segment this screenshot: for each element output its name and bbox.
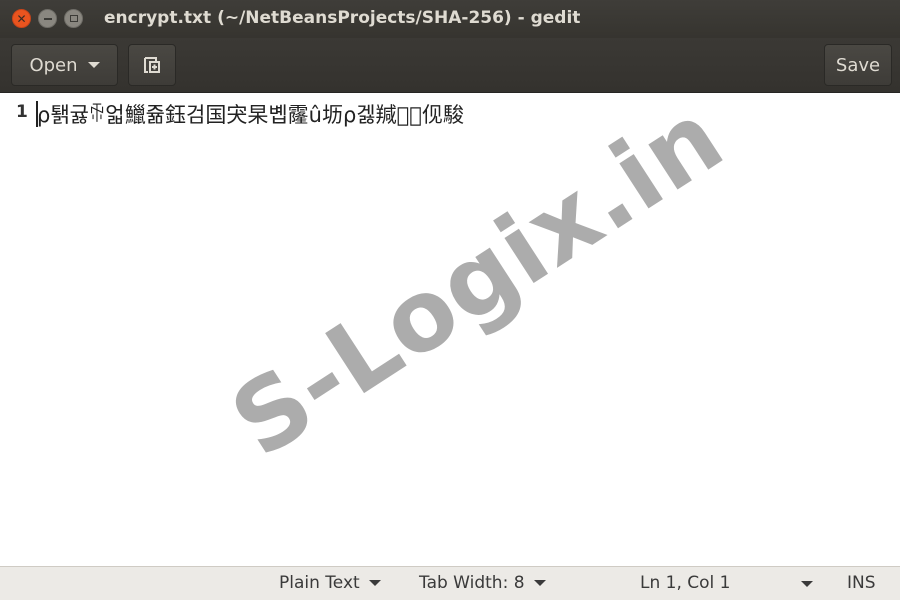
close-window-button[interactable]: ✕ <box>12 9 31 28</box>
line-number: 1 <box>16 102 28 122</box>
maximize-icon <box>69 15 78 22</box>
chevron-down-icon <box>533 580 546 586</box>
cursor-position[interactable]: Ln 1, Col 1 <box>640 573 731 593</box>
save-button[interactable]: Save <box>824 44 892 86</box>
status-bar: Plain Text Tab Width: 8 Ln 1, Col 1 INS <box>0 566 900 600</box>
minimize-window-button[interactable] <box>38 9 57 28</box>
maximize-window-button[interactable] <box>64 9 83 28</box>
language-selector[interactable]: Plain Text <box>279 573 381 593</box>
position-menu-button[interactable] <box>792 581 813 587</box>
title-bar: ✕ encrypt.txt (~/NetBeansProjects/SHA-25… <box>0 0 900 38</box>
close-icon: ✕ <box>16 11 27 26</box>
tab-width-selector[interactable]: Tab Width: 8 <box>419 573 546 593</box>
new-document-button[interactable] <box>128 44 176 86</box>
insert-mode-indicator[interactable]: INS <box>847 573 876 593</box>
open-label: Open <box>29 54 78 76</box>
open-button[interactable]: Open <box>11 44 118 86</box>
tab-width-label: Tab Width: 8 <box>419 573 525 593</box>
editor-line-text[interactable]: ρ퇡귫ꏖ얿鱲쥶鈺검国宊杲볩霳û坜ρ겛羬巫ͤ伣駿 <box>37 99 464 129</box>
language-label: Plain Text <box>279 573 360 593</box>
minimize-icon <box>43 17 52 20</box>
chevron-down-icon <box>368 580 381 586</box>
window-title: encrypt.txt (~/NetBeansProjects/SHA-256)… <box>104 8 581 28</box>
new-document-icon <box>144 57 160 73</box>
chevron-down-icon <box>87 62 100 68</box>
header-bar: Open Save <box>0 38 900 93</box>
chevron-down-icon <box>801 581 813 587</box>
